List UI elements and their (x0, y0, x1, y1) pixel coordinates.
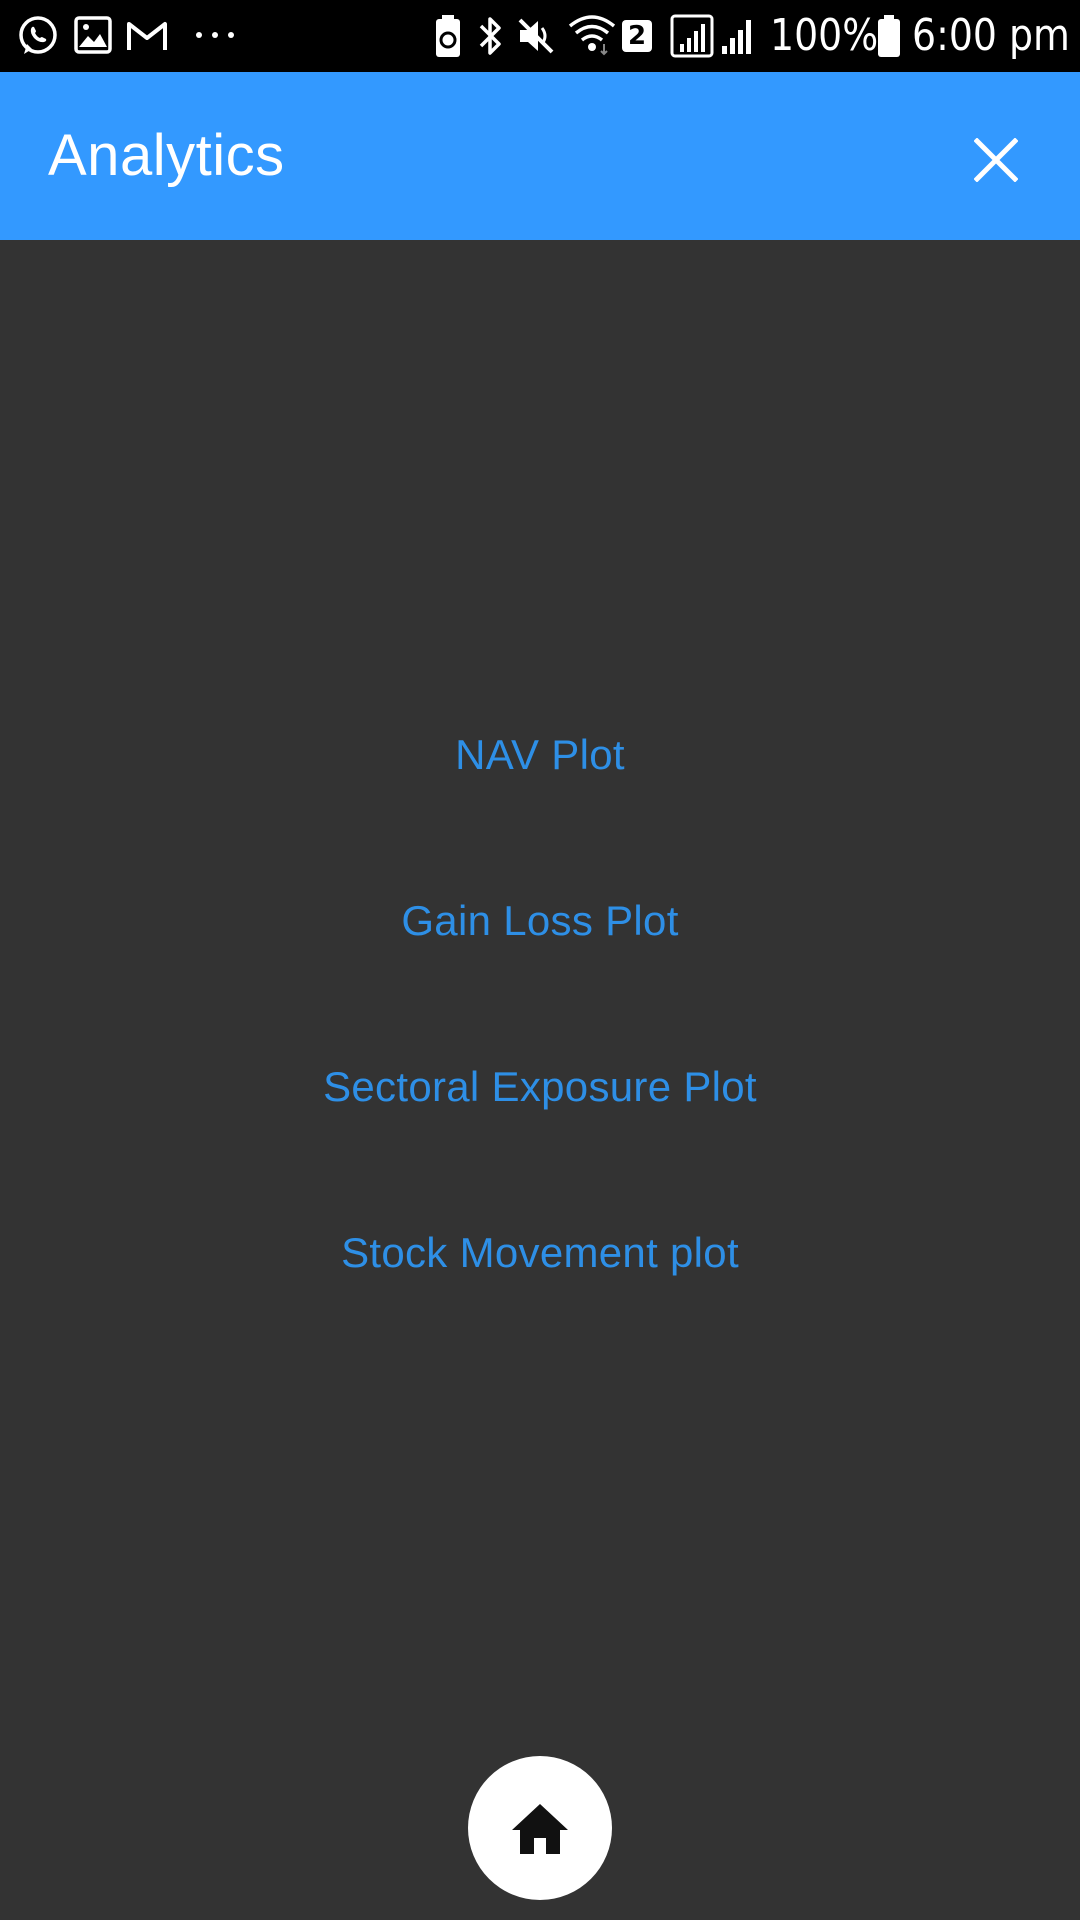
battery-icon (878, 15, 900, 57)
mute-icon (518, 18, 554, 54)
bluetooth-icon (479, 17, 501, 55)
close-button[interactable] (956, 120, 1036, 200)
sim-2-icon: 2 (622, 20, 652, 52)
app-bar: Analytics (0, 72, 1080, 240)
more-notifications-icon (196, 32, 234, 38)
close-icon (974, 138, 1018, 182)
home-button[interactable] (468, 1756, 612, 1900)
gallery-icon (74, 16, 112, 54)
signal-icon (670, 14, 714, 58)
page-title: Analytics (48, 123, 285, 188)
wifi-icon (568, 15, 616, 56)
analytics-screen: 2 100% 6:00 pm Analytics NAV Plot Gain L… (0, 0, 1080, 1920)
stock-movement-plot-link[interactable]: Stock Movement plot (0, 1218, 1080, 1384)
gain-loss-plot-link[interactable]: Gain Loss Plot (0, 886, 1080, 1052)
nav-plot-link[interactable]: NAV Plot (0, 720, 1080, 886)
battery-percent: 100% (770, 10, 879, 61)
analytics-menu: NAV Plot Gain Loss Plot Sectoral Exposur… (0, 720, 1080, 1384)
sectoral-exposure-plot-link[interactable]: Sectoral Exposure Plot (0, 1052, 1080, 1218)
signal-icon (722, 20, 751, 54)
status-bar: 2 100% 6:00 pm (0, 0, 1080, 72)
battery-saver-icon (436, 15, 460, 57)
gmail-icon (127, 22, 167, 50)
whatsapp-icon (19, 16, 57, 54)
clock: 6:00 pm (912, 10, 1070, 61)
home-icon (512, 1804, 568, 1854)
